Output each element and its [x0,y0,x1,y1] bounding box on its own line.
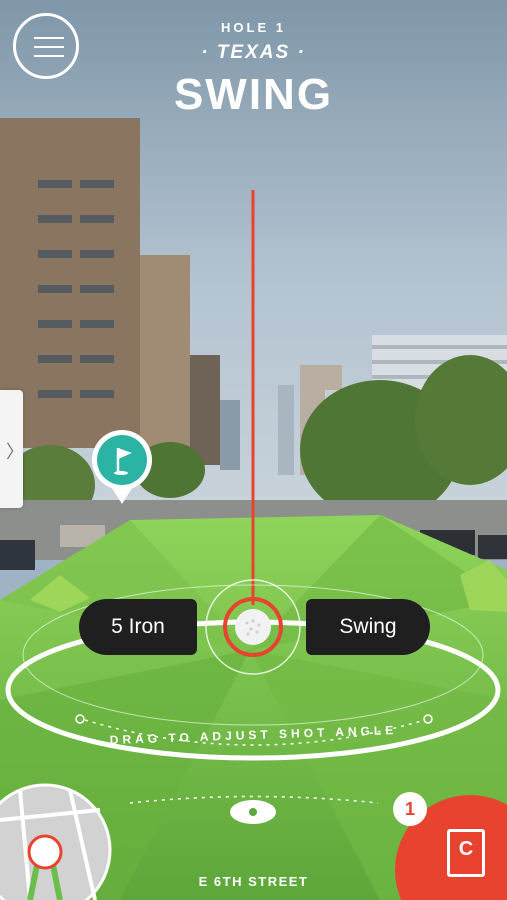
brand-subtitle: · TEXAS · [201,42,306,63]
side-drawer-tab[interactable]: 〉 [0,390,24,508]
street-view-scene [0,0,507,900]
car [478,535,507,559]
brand-title: SWING [173,70,334,119]
golf-ball-icon[interactable] [221,595,285,659]
flag-marker[interactable] [88,428,156,508]
club-select-button[interactable]: 5 Iron [79,599,197,655]
tower-1 [278,385,294,475]
card-icon-letter: C [458,838,474,860]
card-icon[interactable]: C [447,829,485,877]
swing-button[interactable]: Swing [306,599,430,655]
car [0,540,35,570]
street-name: E 6TH STREET [198,874,309,889]
building-back [190,355,220,465]
minimap-position [27,834,63,870]
card-count-badge: 1 [393,792,427,826]
building-far [220,400,240,470]
hole-label: HOLE 1 [221,20,286,35]
chevron-right-icon: 〉 [6,442,24,462]
building-mid [140,255,190,455]
